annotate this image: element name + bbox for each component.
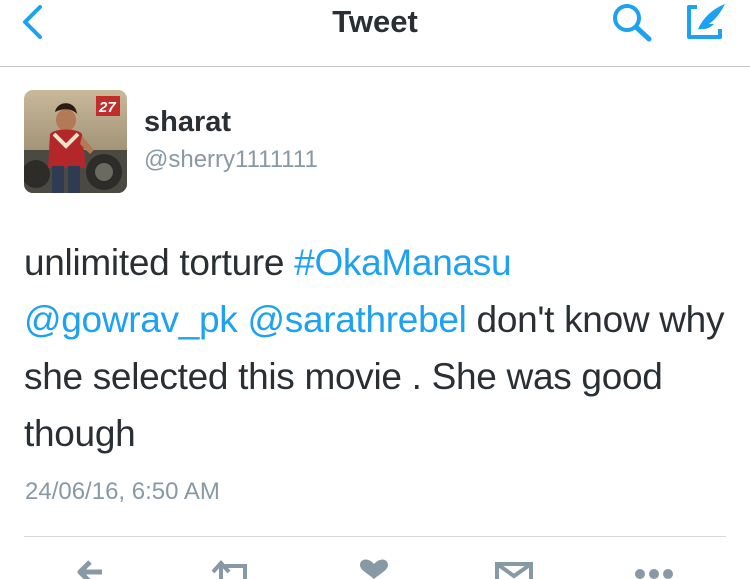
hashtag-link[interactable]: #OkaManasu xyxy=(294,242,511,283)
avatar[interactable]: 27 xyxy=(24,90,127,193)
compose-icon[interactable] xyxy=(683,0,729,44)
tweet-text: unlimited torture #OkaManasu @gowrav_pk @… xyxy=(24,234,730,462)
tweet-text-segment: unlimited torture xyxy=(24,242,295,283)
more-icon[interactable] xyxy=(632,558,676,579)
dm-icon[interactable] xyxy=(495,558,533,579)
retweet-icon[interactable] xyxy=(211,558,251,579)
author-name[interactable]: sharat xyxy=(144,106,231,139)
author-handle[interactable]: @sherry1111111 xyxy=(144,146,318,174)
divider xyxy=(24,536,726,537)
tweet-author: 27 sharat @sherry1111111 xyxy=(24,90,524,194)
mention-link[interactable]: @sarathrebel xyxy=(247,299,466,340)
tweet-actions-bar xyxy=(0,558,750,579)
reply-icon[interactable] xyxy=(74,558,108,579)
avatar-image: 27 xyxy=(24,90,127,193)
mention-link[interactable]: @gowrav_pk xyxy=(24,299,238,340)
avatar-badge-text: 27 xyxy=(98,99,116,116)
like-icon[interactable] xyxy=(357,558,391,579)
tweet-text-segment xyxy=(238,299,248,340)
tweet-timestamp: 24/06/16, 6:50 AM xyxy=(25,478,220,505)
search-icon[interactable] xyxy=(609,1,655,45)
top-navigation-bar: Tweet xyxy=(0,0,750,67)
